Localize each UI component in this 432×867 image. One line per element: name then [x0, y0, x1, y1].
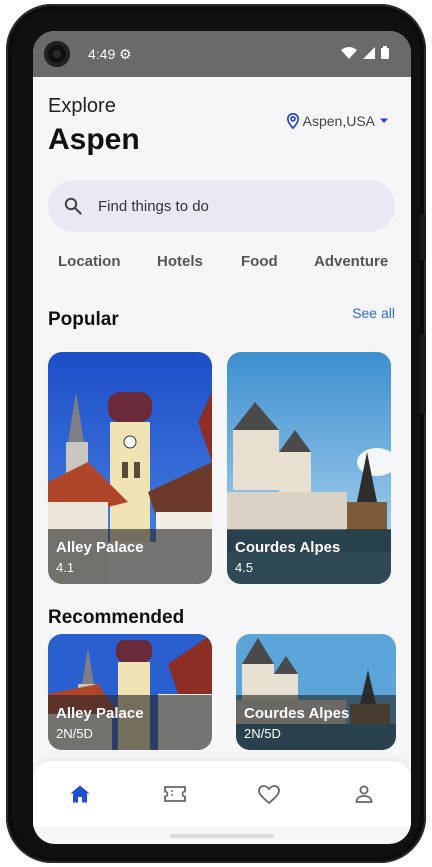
- recommended-section-title: Recommended: [48, 607, 185, 628]
- volume-button: [420, 214, 426, 260]
- chevron-down-icon: [380, 118, 388, 123]
- place-rating: 4.1: [56, 560, 75, 575]
- wifi-icon: [341, 46, 357, 59]
- nav-favorites[interactable]: [222, 784, 317, 804]
- power-button: [420, 334, 426, 414]
- place-name: Courdes Alpes: [235, 539, 341, 556]
- stay-duration: 2N/5D: [56, 726, 93, 741]
- home-icon: [70, 785, 90, 803]
- phone-frame: 4:49 ⚙ Explore Aspen Aspen,USA Find thin…: [6, 4, 426, 863]
- battery-icon: [381, 46, 389, 59]
- stay-duration: 2N/5D: [244, 726, 281, 741]
- heart-icon: [258, 784, 281, 804]
- home-indicator[interactable]: [170, 834, 274, 838]
- nav-home[interactable]: [33, 785, 128, 803]
- settings-icon: ⚙: [119, 46, 132, 62]
- bottom-navigation: [33, 761, 411, 827]
- recommended-card-courdes-alpes[interactable]: Courdes Alpes 2N/5D: [236, 634, 396, 750]
- place-name: Courdes Alpes: [244, 705, 350, 722]
- front-camera: [44, 41, 70, 67]
- nav-tickets[interactable]: [128, 786, 223, 802]
- nav-profile[interactable]: [317, 785, 412, 803]
- popular-section-title: Popular: [48, 309, 119, 330]
- location-label: Aspen,USA: [302, 113, 375, 129]
- status-icons: [341, 46, 389, 59]
- category-adventure[interactable]: Adventure: [314, 253, 394, 270]
- popular-card-alley-palace[interactable]: Alley Palace 4.1: [48, 352, 212, 584]
- profile-icon: [355, 785, 373, 803]
- card-overlay: Courdes Alpes 4.5: [227, 529, 391, 584]
- app-screen: 4:49 ⚙ Explore Aspen Aspen,USA Find thin…: [33, 31, 411, 844]
- card-overlay: Alley Palace 2N/5D: [48, 695, 212, 750]
- card-overlay: Alley Palace 4.1: [48, 529, 212, 584]
- card-overlay: Courdes Alpes 2N/5D: [236, 695, 396, 750]
- popular-card-courdes-alpes[interactable]: Courdes Alpes 4.5: [227, 352, 391, 584]
- search-input[interactable]: [98, 197, 358, 215]
- greeting-text: Explore: [48, 95, 116, 117]
- place-name: Alley Palace: [56, 705, 144, 722]
- location-selector[interactable]: Aspen,USA: [286, 113, 389, 129]
- place-name: Alley Palace: [56, 539, 144, 556]
- search-bar[interactable]: [48, 180, 395, 232]
- see-all-link[interactable]: See all: [352, 305, 395, 321]
- category-location[interactable]: Location: [58, 253, 157, 270]
- status-time: 4:49: [88, 46, 116, 62]
- category-hotels[interactable]: Hotels: [157, 253, 241, 270]
- category-food[interactable]: Food: [241, 253, 314, 270]
- status-bar: 4:49 ⚙: [33, 31, 411, 77]
- place-rating: 4.5: [235, 560, 254, 575]
- signal-icon: [363, 46, 375, 59]
- location-pin-icon: [286, 113, 299, 129]
- search-icon: [64, 197, 82, 215]
- page-title: Aspen: [48, 123, 140, 156]
- ticket-icon: [163, 786, 186, 802]
- recommended-card-alley-palace[interactable]: Alley Palace 2N/5D: [48, 634, 212, 750]
- category-tabs: Location Hotels Food Adventure: [58, 253, 394, 270]
